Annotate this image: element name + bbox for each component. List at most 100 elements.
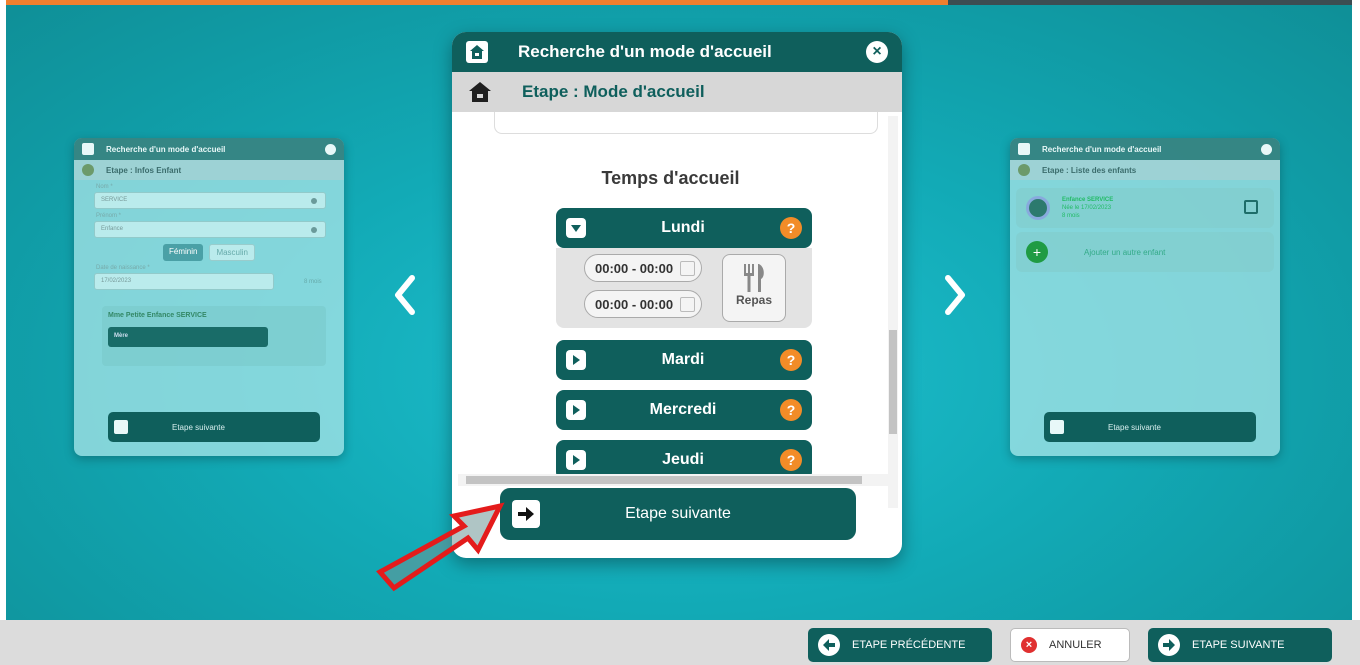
bottom-next-step-label: ETAPE SUIVANTE (1192, 639, 1285, 651)
prenom-field: Enfance (94, 221, 326, 238)
dob-value: 17/02/2023 (101, 278, 132, 284)
day-name: Lundi (661, 219, 705, 236)
cancel-label: ANNULER (1049, 639, 1102, 651)
gender-female-option: Féminin (162, 244, 204, 261)
edit-icon (680, 297, 695, 312)
time-slot[interactable]: 00:00 - 00:00 (584, 254, 702, 282)
day-name: Mardi (661, 351, 705, 368)
dialog-header: Recherche d'un mode d'accueil × (452, 32, 902, 72)
child-dob: Née le 17/02/2023 (1062, 205, 1112, 211)
day-header-mardi[interactable]: Mardi ? (556, 340, 812, 380)
previous-step-label: ETAPE PRÉCÉDENTE (852, 639, 966, 651)
child-name: Enfance SERVICE (1062, 197, 1114, 203)
home-icon (1018, 143, 1030, 155)
day-name: Mercredi (649, 401, 717, 418)
parent-box: Mme Petite Enfance SERVICE Mère (102, 306, 326, 366)
carousel-previous-chevron-icon[interactable] (390, 272, 420, 318)
dialog-scroll-area[interactable]: Temps d'accueil Lundi ? 00:00 - 00:00 00… (458, 112, 892, 508)
vertical-scroll-thumb[interactable] (889, 330, 897, 434)
arrow-right-icon (1050, 420, 1064, 434)
gender-selector: Féminin Masculin (74, 244, 344, 261)
nom-label: Nom * (96, 184, 113, 190)
home-icon (82, 143, 94, 155)
child-avatar-icon (1018, 164, 1030, 176)
progress-bar (6, 0, 1352, 5)
meal-toggle[interactable]: Repas (722, 254, 786, 322)
dialog-title: Recherche d'un mode d'accueil (518, 42, 772, 61)
dob-field: 17/02/2023 (94, 273, 274, 290)
chevron-right-icon (566, 450, 586, 470)
prenom-label: Prénom * (96, 213, 122, 219)
next-card-step-label: Etape : Liste des enfants (1042, 165, 1137, 175)
close-button[interactable]: × (866, 41, 888, 63)
help-icon[interactable]: ? (780, 399, 802, 421)
clear-icon (311, 227, 317, 233)
parent-name: Mme Petite Enfance SERVICE (108, 312, 207, 319)
previous-step-card: Recherche d'un mode d'accueil Etape : In… (74, 138, 344, 456)
child-list-item: Enfance SERVICE Née le 17/02/2023 8 mois (1016, 188, 1274, 228)
next-card-step: Etape : Liste des enfants (1010, 160, 1280, 180)
relation-select: Mère (108, 327, 268, 347)
mode-accueil-dialog: Recherche d'un mode d'accueil × Etape : … (452, 32, 902, 558)
previous-card-header: Recherche d'un mode d'accueil (74, 138, 344, 160)
help-icon[interactable]: ? (780, 349, 802, 371)
close-icon (1261, 143, 1272, 155)
day-header-mercredi[interactable]: Mercredi ? (556, 390, 812, 430)
child-avatar (1026, 196, 1050, 220)
chevron-down-icon (566, 218, 586, 238)
horizontal-scrollbar[interactable] (458, 474, 888, 486)
gender-male-option: Masculin (209, 244, 256, 261)
child-avatar-icon (82, 164, 94, 176)
arrow-right-icon (114, 420, 128, 434)
edit-icon (680, 261, 695, 276)
day-name: Jeudi (662, 451, 704, 468)
next-card-title: Recherche d'un mode d'accueil (1042, 144, 1162, 154)
add-child-item: + Ajouter un autre enfant (1016, 232, 1274, 272)
step-header: Etape : Mode d'accueil (452, 72, 902, 112)
section-title: Temps d'accueil (601, 168, 740, 188)
plus-icon: + (1026, 241, 1048, 263)
add-child-label: Ajouter un autre enfant (1084, 247, 1166, 257)
next-step-card: Recherche d'un mode d'accueil Etape : Li… (1010, 138, 1280, 456)
day-header-lundi[interactable]: Lundi ? (556, 208, 812, 248)
time-slot-value: 00:00 - 00:00 (595, 260, 674, 276)
arrow-right-icon (1158, 634, 1180, 656)
bottom-next-step-button[interactable]: ETAPE SUIVANTE (1148, 628, 1332, 662)
previous-section-box (494, 112, 878, 134)
cancel-x-icon: × (1021, 637, 1037, 653)
previous-card-step-label: Etape : Infos Enfant (106, 165, 182, 175)
meal-label: Repas (735, 293, 773, 307)
prenom-value: Enfance (101, 226, 124, 232)
previous-card-next-button: Etape suivante (108, 412, 320, 442)
help-icon[interactable]: ? (780, 217, 802, 239)
previous-card-title: Recherche d'un mode d'accueil (106, 144, 226, 154)
next-step-button[interactable]: Etape suivante (500, 488, 856, 540)
cancel-button[interactable]: × ANNULER (1010, 628, 1130, 662)
vertical-scrollbar[interactable] (888, 116, 898, 508)
edit-icon (1244, 200, 1258, 214)
next-card-header: Recherche d'un mode d'accueil (1010, 138, 1280, 160)
next-card-next-label: Etape suivante (1108, 422, 1161, 432)
progress-fill (6, 0, 949, 5)
annotation-arrow-icon (376, 502, 505, 592)
home-icon (466, 41, 488, 63)
next-step-label: Etape suivante (625, 505, 731, 522)
carousel-next-chevron-icon[interactable] (940, 272, 970, 318)
bottom-toolbar: ETAPE PRÉCÉDENTE × ANNULER ETAPE SUIVANT… (0, 620, 1360, 665)
horizontal-scroll-thumb[interactable] (466, 476, 862, 484)
clear-icon (311, 198, 317, 204)
previous-step-button[interactable]: ETAPE PRÉCÉDENTE (808, 628, 992, 662)
cutlery-icon (723, 263, 785, 293)
time-slot-value: 00:00 - 00:00 (595, 296, 674, 312)
home-icon (468, 81, 492, 103)
previous-card-next-label: Etape suivante (172, 422, 225, 432)
time-slot[interactable]: 00:00 - 00:00 (584, 290, 702, 318)
chevron-right-icon (566, 400, 586, 420)
next-card-next-button: Etape suivante (1044, 412, 1256, 442)
close-icon (325, 143, 336, 155)
nom-field: SERVICE (94, 192, 326, 209)
arrow-left-icon (818, 634, 840, 656)
help-icon[interactable]: ? (780, 449, 802, 471)
step-title: Etape : Mode d'accueil (522, 82, 705, 101)
child-age: 8 mois (1062, 213, 1080, 219)
